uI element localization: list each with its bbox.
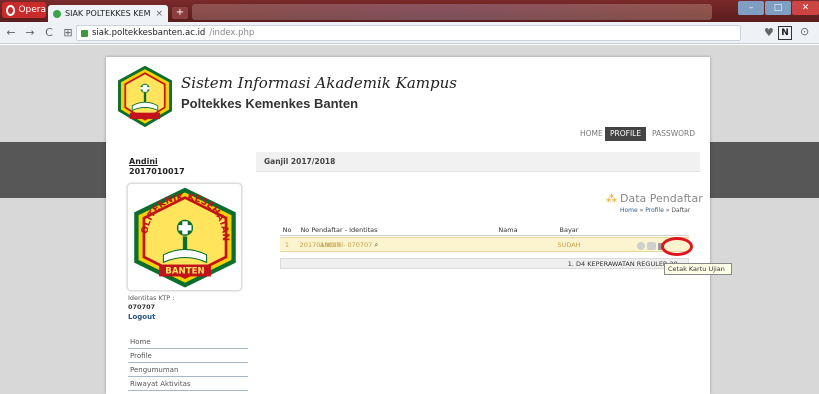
data-icon: ⁂ (606, 192, 617, 205)
content-panel (256, 152, 700, 394)
sidebar-item-profile[interactable]: Profile (128, 351, 248, 363)
logout-link[interactable]: Logout (128, 313, 155, 321)
cell-nama: ANDINI (320, 241, 344, 249)
maximize-button[interactable]: □ (765, 1, 791, 15)
favicon-icon (53, 9, 61, 18)
user-nim: 2017010017 (129, 167, 185, 176)
sidebar-item-pengumuman[interactable]: Pengumuman (128, 365, 248, 377)
new-tab-button[interactable]: + (172, 7, 188, 19)
breadcrumb-sep: » (665, 207, 670, 214)
user-name[interactable]: Andini (129, 157, 158, 166)
page-heading: ⁂ Data Pendaftar (606, 192, 703, 205)
college-logo-small (118, 65, 172, 128)
tab-close-icon[interactable]: × (155, 9, 163, 19)
site-subtitle: Poltekkes Kemenkes Banten (181, 96, 359, 111)
menu-icon[interactable]: ⊙ (800, 25, 809, 38)
tooltip: Cetak Kartu Ujian (664, 263, 732, 275)
logo-bottom-text: BANTEN (165, 267, 204, 277)
back-arrow-icon[interactable]: ← (3, 26, 19, 39)
nav-home[interactable]: HOME (580, 127, 603, 141)
lock-icon (81, 29, 88, 37)
opera-logo-icon (6, 4, 16, 16)
breadcrumb: Home » Profile » Daftar (620, 207, 690, 214)
breadcrumb-profile[interactable]: Profile (645, 207, 664, 214)
heart-icon[interactable]: ♥ (764, 26, 774, 39)
browser-tab[interactable]: SIAK POLTEKKES KEMEN × (48, 5, 168, 22)
forward-arrow-icon[interactable]: → (22, 26, 38, 39)
view-icon[interactable] (637, 242, 645, 250)
table-header: No No Pendaftar - Identitas KTP Nama Bay… (280, 224, 689, 246)
blurred-tabs (192, 4, 712, 20)
minimize-button[interactable]: – (738, 1, 764, 15)
opera-menu-button[interactable]: Opera (2, 2, 46, 18)
nav-password[interactable]: PASSWORD (652, 127, 695, 141)
tab-title: SIAK POLTEKKES KEMEN (65, 9, 151, 18)
semester-label: Ganjil 2017/2018 (264, 157, 336, 166)
sidebar-menu: Home Profile Pengumuman Riwayat Aktivita… (128, 337, 248, 393)
opera-label: Opera (18, 5, 46, 15)
site-title: Sistem Informasi Akademik Kampus (181, 74, 457, 92)
cell-no: 1 (284, 241, 290, 249)
col-bayar: Bayar (559, 226, 579, 234)
browser-tab-bar: Opera SIAK POLTEKKES KEMEN × + – □ ✕ (0, 0, 819, 22)
breadcrumb-sep: » (639, 207, 644, 214)
ktp-label: Identitas KTP : (128, 294, 175, 302)
col-no: No (282, 226, 292, 234)
reload-icon[interactable]: C (41, 26, 57, 39)
cell-bayar: SUDAH (557, 241, 581, 249)
ktp-value: 070707 (128, 303, 156, 311)
url-domain: siak.poltekkesbanten.ac.id (92, 28, 206, 38)
table-footer: 1. D4 KEPERAWATAN REGULER 20... (280, 258, 689, 269)
sidebar-item-riwayat-aktivitas[interactable]: Riwayat Aktivitas (128, 379, 248, 391)
breadcrumb-home[interactable]: Home (620, 207, 638, 214)
highlight-circle (661, 237, 693, 256)
breadcrumb-current: Daftar (671, 207, 691, 214)
url-path: /index.php (209, 28, 255, 38)
speed-dial-icon[interactable]: ⊞ (60, 26, 76, 39)
address-toolbar: ← → C ⊞ siak.poltekkesbanten.ac.id/index… (0, 22, 819, 44)
close-window-button[interactable]: ✕ (792, 1, 819, 15)
sidebar-item-home[interactable]: Home (128, 337, 248, 349)
page-heading-text: Data Pendaftar (620, 192, 703, 205)
nav-profile[interactable]: PROFILE (605, 127, 647, 141)
extension-n-icon[interactable]: N (778, 26, 792, 40)
print-card-icon[interactable] (647, 242, 656, 250)
college-logo-large: POLITEKNIK KESEHATAN BANTEN (131, 185, 236, 288)
url-field[interactable]: siak.poltekkesbanten.ac.id/index.php (76, 25, 741, 41)
